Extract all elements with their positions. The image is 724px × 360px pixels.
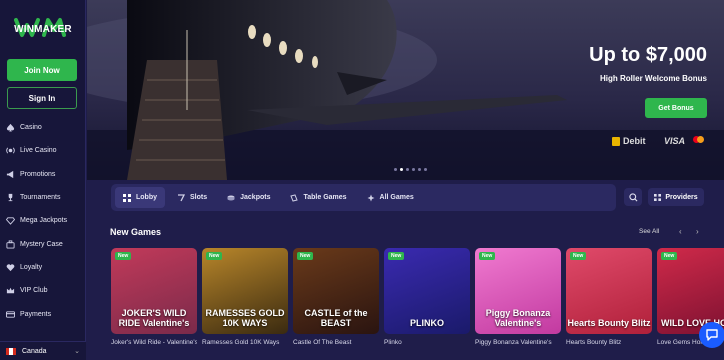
game-card[interactable]: New Piggy Bonanza Valentine's	[475, 248, 561, 334]
game-title[interactable]: Ramesses Gold 10K Ways	[202, 339, 288, 346]
lobby-icon	[123, 193, 131, 202]
see-all-link[interactable]: See All	[639, 228, 659, 235]
new-badge: New	[388, 252, 405, 260]
game-title[interactable]: Hearts Bounty Blitz	[566, 339, 652, 346]
game-card[interactable]: New RAMESSES GOLD 10K WAYS	[202, 248, 288, 334]
canada-flag-icon	[6, 347, 16, 355]
game-title[interactable]: Plinko	[384, 339, 470, 346]
new-badge: New	[206, 252, 223, 260]
sidebar-item-mega-jackpots[interactable]: Mega Jackpots	[0, 209, 86, 232]
sidebar-item-label: Mystery Case	[20, 240, 63, 248]
megaphone-icon	[6, 170, 15, 179]
game-art-title: Hearts Bounty Blitz	[567, 317, 651, 328]
chevron-down-icon: ⌄	[74, 348, 80, 355]
debit-logo: Debit	[612, 136, 646, 146]
jet-illustration	[87, 0, 724, 180]
sidebar-item-mystery-case[interactable]: Mystery Case	[0, 232, 86, 255]
sidebar: WINMAKER Join Now Sign In Casino Live Ca…	[0, 0, 86, 360]
get-bonus-button[interactable]: Get Bonus	[645, 98, 707, 118]
carousel-dot[interactable]	[424, 168, 427, 171]
game-art-title: JOKER'S WILD RIDE Valentine's	[118, 308, 190, 328]
trophy-icon	[6, 193, 15, 202]
sidebar-item-payments[interactable]: Payments	[0, 302, 86, 325]
side-nav: Casino Live Casino Promotions Tournament…	[0, 116, 86, 326]
providers-button[interactable]: Providers	[648, 188, 704, 206]
carousel-dot[interactable]	[394, 168, 397, 171]
carousel-dot[interactable]	[406, 168, 409, 171]
tab-lobby[interactable]: Lobby	[115, 187, 165, 208]
sidebar-item-label: Live Casino	[20, 147, 57, 155]
hero-subtitle: High Roller Welcome Bonus	[600, 74, 707, 83]
spade-icon	[6, 123, 15, 132]
sidebar-item-tournaments[interactable]: Tournaments	[0, 186, 86, 209]
chat-icon	[706, 329, 718, 341]
sidebar-item-promotions[interactable]: Promotions	[0, 163, 86, 186]
game-card[interactable]: NewWILD LOVE HOLD	[657, 248, 724, 334]
sidebar-item-casino[interactable]: Casino	[0, 116, 86, 139]
sidebar-item-vip-club[interactable]: VIP Club	[0, 279, 86, 302]
crown-icon	[6, 286, 15, 295]
mastercard-logo	[693, 136, 704, 143]
game-art-title: Piggy Bonanza Valentine's	[485, 308, 551, 328]
tab-jackpots[interactable]: Jackpots	[219, 187, 278, 208]
game-card[interactable]: New CASTLE of the BEAST	[293, 248, 379, 334]
sidebar-item-label: Loyalty	[20, 263, 43, 271]
sidebar-item-label: Payments	[20, 310, 52, 318]
country-label: Canada	[22, 347, 47, 355]
tab-table-games[interactable]: Table Games	[282, 187, 354, 208]
tab-slots[interactable]: Slots	[169, 187, 215, 208]
tab-all-games[interactable]: All Games	[359, 187, 422, 208]
carousel-dots	[394, 168, 427, 171]
card-icon	[6, 310, 15, 319]
search-icon	[628, 192, 637, 201]
game-title[interactable]: Castle Of The Beast	[293, 339, 379, 346]
game-card[interactable]: New Hearts Bounty Blitz	[566, 248, 652, 334]
carousel-dot[interactable]	[412, 168, 415, 171]
carousel-dot-active[interactable]	[400, 168, 403, 171]
new-badge: New	[661, 252, 678, 260]
visa-logo: VISA	[664, 136, 686, 146]
providers-icon	[654, 193, 662, 201]
chat-button[interactable]	[699, 322, 724, 348]
heart-icon	[6, 263, 15, 272]
debit-card-icon	[612, 136, 620, 146]
sidebar-item-label: Casino	[20, 124, 42, 132]
carousel-dot[interactable]	[418, 168, 421, 171]
diamond-icon	[6, 216, 15, 226]
sidebar-item-label: Tournaments	[20, 194, 61, 202]
new-badge: New	[297, 252, 314, 260]
chevron-right-icon[interactable]: ›	[696, 227, 699, 236]
game-card[interactable]: New JOKER'S WILD RIDE Valentine's	[111, 248, 197, 334]
game-art-title: PLINKO	[409, 317, 444, 328]
new-games-title: New Games	[110, 227, 162, 237]
live-icon	[6, 146, 15, 155]
sidebar-item-label: Promotions	[20, 170, 56, 178]
game-art-title: RAMESSES GOLD 10K WAYS	[205, 308, 285, 328]
case-icon	[6, 240, 15, 249]
game-title[interactable]: Piggy Bonanza Valentine's	[475, 339, 561, 346]
sidebar-item-live-casino[interactable]: Live Casino	[0, 139, 86, 162]
chevron-left-icon[interactable]: ‹	[679, 227, 682, 236]
category-tabs: Lobby Slots Jackpots Table Games All Gam…	[111, 184, 616, 211]
join-now-button[interactable]: Join Now	[7, 59, 77, 81]
game-card[interactable]: New PLINKO	[384, 248, 470, 334]
search-button[interactable]	[624, 188, 642, 206]
game-art-title: CASTLE of the BEAST	[304, 308, 368, 328]
brand-name: WINMAKER	[14, 24, 72, 35]
sidebar-item-loyalty[interactable]: Loyalty	[0, 256, 86, 279]
new-badge: New	[570, 252, 587, 260]
slots-icon	[177, 193, 185, 202]
new-badge: New	[479, 252, 496, 260]
country-selector[interactable]: Canada ⌄	[0, 341, 86, 360]
jackpot-icon	[227, 194, 235, 202]
new-badge: New	[115, 252, 132, 260]
game-title[interactable]: Joker's Wild Ride - Valentine's	[111, 339, 197, 346]
all-games-icon	[367, 194, 375, 202]
sign-in-button[interactable]: Sign In	[7, 87, 77, 109]
hero-banner[interactable]: Up to $7,000 High Roller Welcome Bonus G…	[87, 0, 724, 180]
table-games-icon	[290, 193, 299, 202]
sidebar-item-label: VIP Club	[20, 287, 48, 295]
hero-title: Up to $7,000	[589, 44, 707, 66]
sidebar-item-label: Mega Jackpots	[20, 217, 68, 225]
